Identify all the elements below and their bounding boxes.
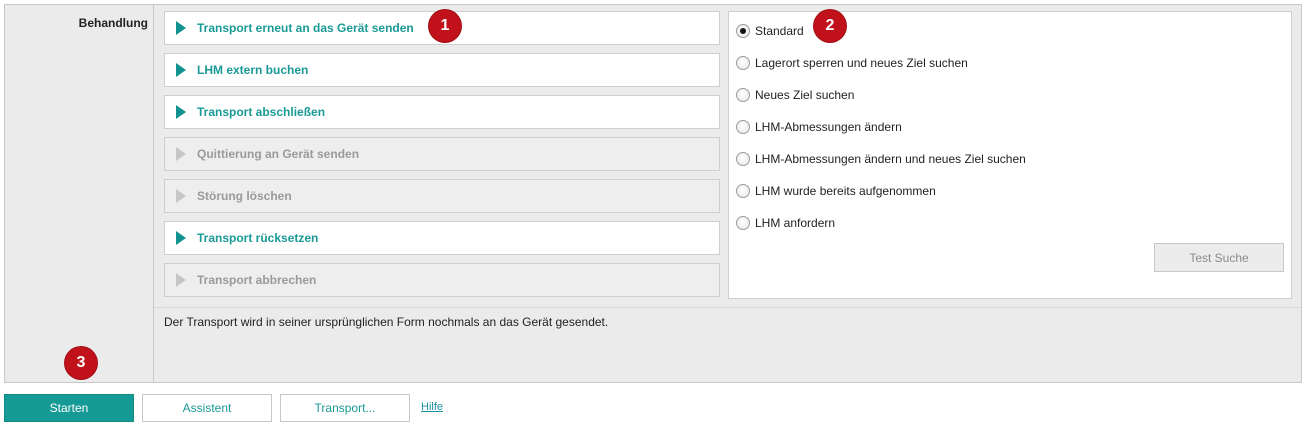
callout-badge-1: 1 xyxy=(429,10,461,42)
radio-button-checked[interactable] xyxy=(736,24,750,38)
option-new-target[interactable]: Neues Ziel suchen xyxy=(736,86,854,104)
play-triangle-icon xyxy=(176,189,186,203)
option-request-lhm[interactable]: LHM anfordern xyxy=(736,214,835,232)
option-lock-location-new-target[interactable]: Lagerort sperren und neues Ziel suchen xyxy=(736,54,968,72)
radio-button[interactable] xyxy=(736,88,750,102)
option-standard[interactable]: Standard xyxy=(736,22,804,40)
radio-button[interactable] xyxy=(736,216,750,230)
action-description: Der Transport wird in seiner ursprünglic… xyxy=(164,315,609,329)
action-label: Transport erneut an das Gerät senden xyxy=(197,21,414,35)
behandlung-panel: Behandlung Transport erneut an das Gerät… xyxy=(4,4,1302,383)
action-complete-transport[interactable]: Transport abschließen xyxy=(164,95,720,129)
action-label: LHM extern buchen xyxy=(197,63,309,77)
option-label: LHM wurde bereits aufgenommen xyxy=(755,184,936,198)
play-triangle-icon xyxy=(176,231,186,245)
action-label: Transport abschließen xyxy=(197,105,326,119)
option-label: Neues Ziel suchen xyxy=(755,88,855,102)
option-label: LHM-Abmessungen ändern xyxy=(755,120,902,134)
assistant-button[interactable]: Assistent xyxy=(142,394,272,422)
option-label: LHM anfordern xyxy=(755,216,836,230)
test-search-button: Test Suche xyxy=(1154,243,1284,272)
option-change-dimensions[interactable]: LHM-Abmessungen ändern xyxy=(736,118,902,136)
action-cancel-transport: Transport abbrechen xyxy=(164,263,720,297)
options-panel: Standard Lagerort sperren und neues Ziel… xyxy=(728,11,1292,299)
option-change-dimensions-new-target[interactable]: LHM-Abmessungen ändern und neues Ziel su… xyxy=(736,150,1026,168)
action-label: Transport rücksetzen xyxy=(197,231,319,245)
action-label: Transport abbrechen xyxy=(197,273,317,287)
action-send-acknowledgement: Quittierung an Gerät senden xyxy=(164,137,720,171)
play-triangle-icon xyxy=(176,147,186,161)
action-reset-transport[interactable]: Transport rücksetzen xyxy=(164,221,720,255)
start-button[interactable]: Starten xyxy=(4,394,134,422)
radio-button[interactable] xyxy=(736,120,750,134)
section-label: Behandlung xyxy=(78,16,148,30)
action-label: Störung löschen xyxy=(197,189,292,203)
action-book-lhm-external[interactable]: LHM extern buchen xyxy=(164,53,720,87)
panel-content: Transport erneut an das Gerät senden LHM… xyxy=(154,5,1301,382)
play-triangle-icon xyxy=(176,105,186,119)
section-label-column: Behandlung xyxy=(5,5,154,382)
option-label: LHM-Abmessungen ändern und neues Ziel su… xyxy=(755,152,1026,166)
action-list: Transport erneut an das Gerät senden LHM… xyxy=(164,11,720,305)
option-lhm-already-picked[interactable]: LHM wurde bereits aufgenommen xyxy=(736,182,936,200)
option-label: Standard xyxy=(755,24,804,38)
play-triangle-icon xyxy=(176,21,186,35)
callout-badge-2: 2 xyxy=(814,10,846,42)
radio-button[interactable] xyxy=(736,152,750,166)
play-triangle-icon xyxy=(176,63,186,77)
transport-button[interactable]: Transport... xyxy=(280,394,410,422)
action-clear-fault: Störung löschen xyxy=(164,179,720,213)
divider xyxy=(154,307,1301,308)
radio-button[interactable] xyxy=(736,184,750,198)
callout-badge-3: 3 xyxy=(65,347,97,379)
radio-button[interactable] xyxy=(736,56,750,70)
action-label: Quittierung an Gerät senden xyxy=(197,147,360,161)
option-label: Lagerort sperren und neues Ziel suchen xyxy=(755,56,968,70)
play-triangle-icon xyxy=(176,273,186,287)
help-link[interactable]: Hilfe xyxy=(421,401,443,413)
